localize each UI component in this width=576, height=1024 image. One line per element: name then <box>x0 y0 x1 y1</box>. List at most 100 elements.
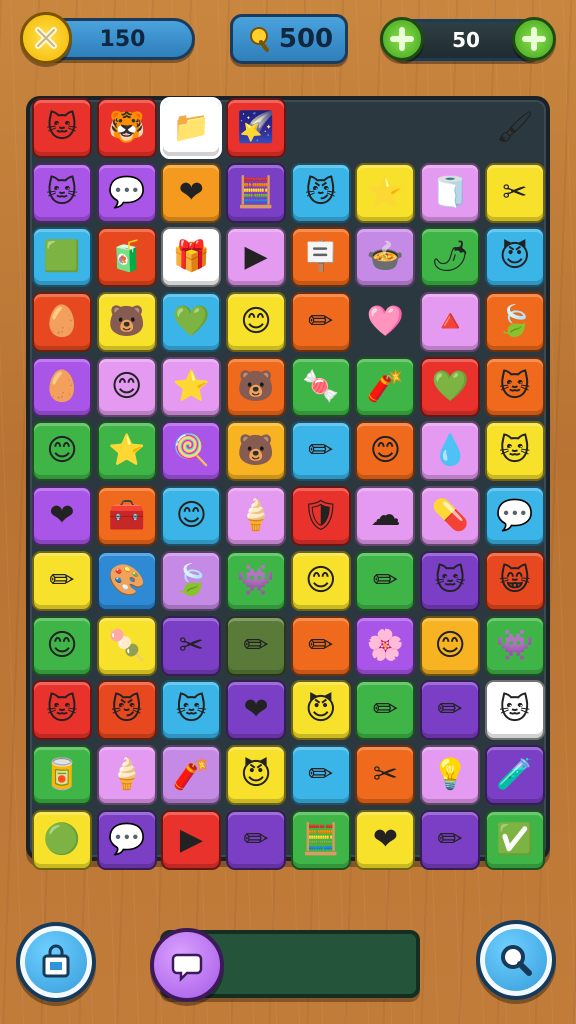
game-tile[interactable]: 🧰 <box>96 486 157 547</box>
game-tile[interactable]: ✂ <box>355 744 416 805</box>
game-tile[interactable]: 💡 <box>420 744 481 805</box>
game-tile[interactable]: 🐻 <box>96 292 157 353</box>
game-tile[interactable]: 🐱 <box>484 356 545 417</box>
game-tile[interactable]: 🐱 <box>32 680 92 741</box>
game-tile[interactable]: ❤ <box>32 486 92 547</box>
game-tile[interactable]: 😼 <box>96 680 157 741</box>
game-tile[interactable]: 🍦 <box>96 744 157 805</box>
game-tile[interactable]: 🎨 <box>96 550 157 611</box>
game-tile[interactable]: 🐱 <box>420 550 481 611</box>
game-tile[interactable]: ▶ <box>161 809 222 870</box>
game-tile[interactable]: 🐱 <box>32 98 92 158</box>
game-tile[interactable]: ✏ <box>32 550 92 611</box>
game-tile[interactable]: ⭐ <box>161 356 222 417</box>
game-tile[interactable]: 💬 <box>484 486 545 547</box>
game-tile[interactable]: 🍲 <box>355 227 416 288</box>
game-tile[interactable]: 🧨 <box>355 356 416 417</box>
game-tile[interactable]: ⭐ <box>96 421 157 482</box>
search-button[interactable] <box>476 920 556 1000</box>
game-tile[interactable]: 🐱 <box>484 680 545 741</box>
game-tile[interactable]: 🔺 <box>420 292 481 353</box>
game-tile[interactable]: 💊 <box>420 486 481 547</box>
game-tile[interactable]: 👾 <box>226 550 287 611</box>
game-tile[interactable]: 🍃 <box>161 550 222 611</box>
game-tile[interactable]: 🌸 <box>355 615 416 676</box>
game-tile[interactable]: 🛡 <box>290 486 351 547</box>
hint-button[interactable] <box>150 928 224 1002</box>
game-tile[interactable]: ✏ <box>290 744 351 805</box>
game-tile[interactable]: ✂ <box>161 615 222 676</box>
game-tile[interactable]: 😊 <box>32 615 92 676</box>
game-tile[interactable]: 🟢 <box>32 809 92 870</box>
game-tile[interactable]: 😊 <box>420 615 481 676</box>
game-tile[interactable]: 😊 <box>290 550 351 611</box>
game-tile[interactable]: 🐱 <box>484 421 545 482</box>
game-tile[interactable]: ✏ <box>290 421 351 482</box>
game-tile[interactable]: 🐱 <box>161 680 222 741</box>
game-tile[interactable]: 🍬 <box>290 356 351 417</box>
game-tile[interactable]: 😊 <box>226 292 287 353</box>
game-tile[interactable]: 💬 <box>96 809 157 870</box>
game-tile[interactable]: 🐯 <box>96 98 157 158</box>
game-tile[interactable]: 😊 <box>32 421 92 482</box>
game-tile[interactable]: 💚 <box>161 292 222 353</box>
game-tile[interactable]: 🧮 <box>226 162 287 223</box>
game-tile[interactable]: 🧮 <box>290 809 351 870</box>
game-tile[interactable]: 🪧 <box>290 227 351 288</box>
game-tile[interactable]: 🥚 <box>32 356 92 417</box>
game-tile[interactable]: 💚 <box>420 356 481 417</box>
game-tile[interactable]: ✏ <box>355 680 416 741</box>
game-tile[interactable]: 💬 <box>96 162 157 223</box>
game-tile[interactable]: 😊 <box>355 421 416 482</box>
game-tile[interactable]: 🍡 <box>96 615 157 676</box>
game-tile[interactable]: 🌠 <box>226 98 287 158</box>
game-tile[interactable]: ✏ <box>420 680 481 741</box>
game-tile[interactable]: 🥚 <box>32 292 92 353</box>
game-tile[interactable]: 🟩 <box>32 227 92 288</box>
game-tile[interactable]: 🐻 <box>226 356 287 417</box>
game-tile[interactable]: 🐻 <box>226 421 287 482</box>
game-tile[interactable]: ✏ <box>290 292 351 353</box>
game-tile[interactable]: 📁 <box>160 97 223 159</box>
tile-icon: 👾 <box>496 627 534 663</box>
add-right-button[interactable] <box>512 17 556 61</box>
game-tile[interactable]: ❤ <box>161 162 222 223</box>
game-tile[interactable]: ✏ <box>226 615 287 676</box>
tile-icon: 🧻 <box>431 174 469 210</box>
game-tile[interactable]: 😊 <box>96 356 157 417</box>
game-tile[interactable]: 😈 <box>226 744 287 805</box>
game-tile[interactable]: 💧 <box>420 421 481 482</box>
game-tile[interactable]: 😈 <box>290 680 351 741</box>
game-tile[interactable]: ✅ <box>484 809 545 870</box>
game-tile[interactable]: 🐱 <box>32 162 92 223</box>
game-tile[interactable]: 👾 <box>484 615 545 676</box>
game-tile[interactable]: ⭐ <box>355 162 416 223</box>
game-tile[interactable]: ☁ <box>355 486 416 547</box>
close-badge[interactable] <box>20 12 72 64</box>
game-tile[interactable]: ❤ <box>226 680 287 741</box>
game-tile[interactable]: 🌶 <box>420 227 481 288</box>
game-tile[interactable]: ✏ <box>420 809 481 870</box>
game-tile[interactable]: 🧨 <box>161 744 222 805</box>
game-tile[interactable]: ❤ <box>355 809 416 870</box>
shop-button[interactable] <box>16 922 96 1002</box>
game-tile[interactable]: 🧻 <box>420 162 481 223</box>
game-tile[interactable]: 🎁 <box>161 227 222 288</box>
game-tile[interactable]: 😼 <box>290 162 351 223</box>
add-left-button[interactable] <box>380 17 424 61</box>
game-tile[interactable]: 🍦 <box>226 486 287 547</box>
game-tile[interactable]: 🍭 <box>161 421 222 482</box>
game-tile[interactable]: ✏ <box>290 615 351 676</box>
tile-icon: 🐱 <box>499 433 531 469</box>
game-tile[interactable]: ✏ <box>226 809 287 870</box>
game-tile[interactable]: 😊 <box>161 486 222 547</box>
game-tile[interactable]: 🧃 <box>96 227 157 288</box>
game-tile[interactable]: 😸 <box>484 550 545 611</box>
game-tile[interactable]: ✂ <box>484 162 545 223</box>
game-tile[interactable]: 🧪 <box>484 744 545 805</box>
game-tile[interactable]: 🍃 <box>484 292 545 353</box>
game-tile[interactable]: 😈 <box>484 227 545 288</box>
game-tile[interactable]: 🥫 <box>32 744 92 805</box>
game-tile[interactable]: ✏ <box>355 550 416 611</box>
game-tile[interactable]: ▶ <box>226 227 287 288</box>
